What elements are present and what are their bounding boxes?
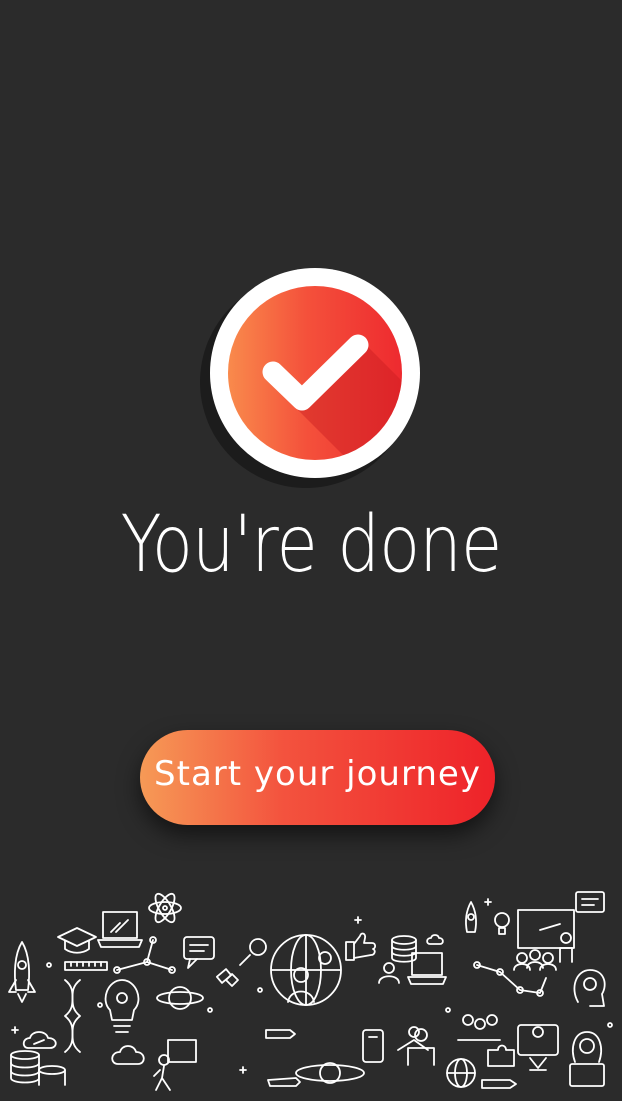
lightbulb-icon: [104, 979, 140, 1033]
page-title: You're done: [120, 500, 503, 590]
rocket-icon: [465, 901, 477, 933]
completion-screen: You're done Start your journey: [0, 0, 622, 1101]
start-journey-button[interactable]: Start your journey: [140, 730, 495, 825]
chat-icon: [575, 891, 605, 913]
planet-icon: [295, 1062, 365, 1084]
person-icon: [569, 1031, 605, 1087]
ruler-icon: [64, 961, 108, 971]
laptop-icon: [97, 911, 143, 948]
puzzle-icon: [487, 1044, 515, 1067]
globe-icon: [446, 1058, 476, 1088]
person-icon: [153, 1039, 197, 1091]
lightbulb-icon: [494, 912, 510, 935]
globe-icon: [270, 934, 342, 1006]
chat-icon: [183, 936, 215, 969]
graduation-cap-icon: [57, 927, 97, 954]
brain-icon: [573, 969, 606, 1007]
dna-icon: [64, 979, 81, 1053]
checkmark-icon: [262, 334, 402, 460]
sparkle-icon: [11, 898, 613, 1074]
team-icon: [397, 1014, 501, 1051]
constellation-icon: [113, 936, 176, 974]
constellation-icon: [473, 961, 547, 997]
success-badge: [200, 268, 420, 488]
badge-disc: [228, 286, 402, 460]
thumbs-up-icon: [345, 932, 377, 961]
phone-icon: [362, 1029, 384, 1063]
brain-icon: [22, 1031, 57, 1049]
education-doodle-illustration: [0, 880, 622, 1101]
pencil-icon: [265, 1029, 517, 1089]
atom-icon: [148, 892, 182, 924]
satellite-icon: [215, 938, 267, 987]
laptop-icon: [407, 952, 447, 985]
database-icon: [10, 1050, 66, 1086]
badge-ring: [210, 268, 420, 478]
planet-icon: [156, 986, 204, 1010]
person-icon: [378, 962, 435, 1066]
tablet-icon: [517, 1024, 559, 1071]
team-icon: [513, 949, 557, 971]
rocket-icon: [8, 941, 36, 1003]
